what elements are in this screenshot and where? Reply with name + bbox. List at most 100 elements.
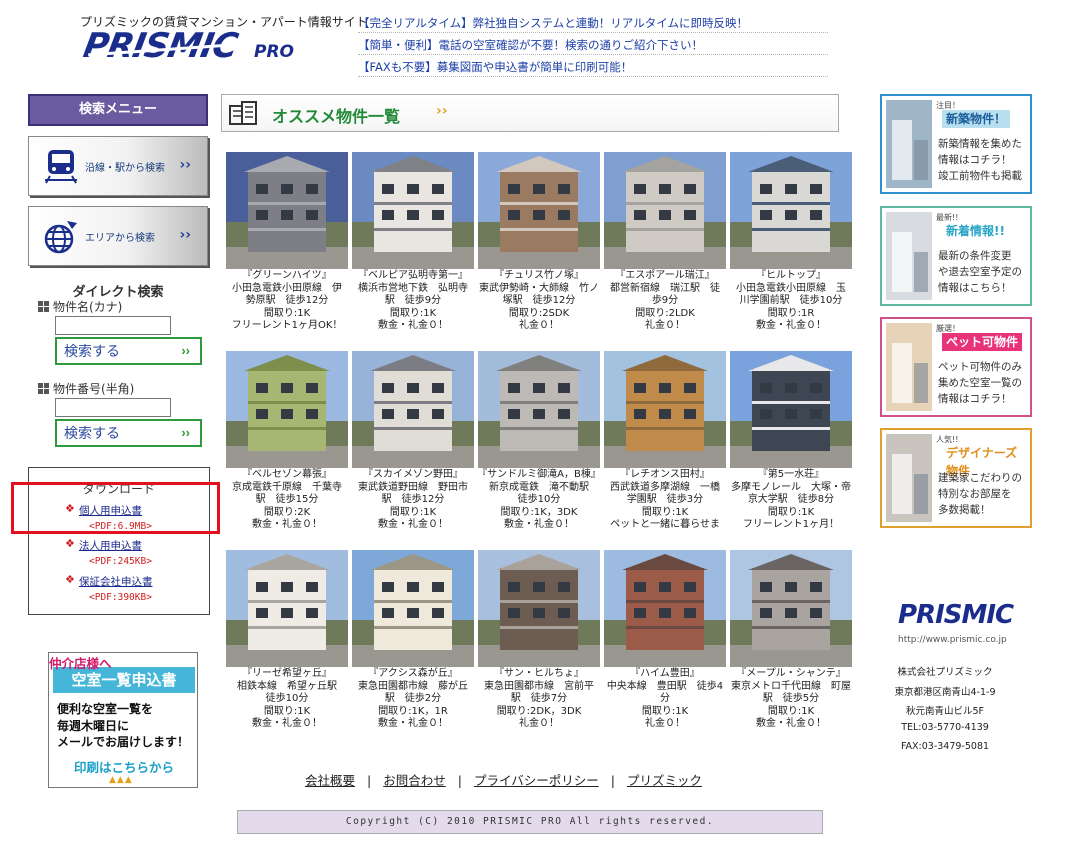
property-name[interactable]: 『スカイメゾン野田』 bbox=[350, 469, 476, 482]
property-photo[interactable] bbox=[478, 351, 600, 468]
property-access: 駅 徒歩12分 bbox=[381, 494, 445, 506]
property-layout: 間取り:1K，3DK bbox=[500, 506, 578, 518]
download-link[interactable]: 保証会社申込書 bbox=[79, 576, 153, 588]
property-photo[interactable] bbox=[226, 351, 348, 468]
property-info: 『ヒルトップ』 小田急電鉄小田原線 玉川学園前駅 徒歩10分 間取り:1R 敷金・礼金… bbox=[728, 270, 854, 333]
property-name[interactable]: 『ヒルトップ』 bbox=[728, 270, 854, 283]
site-logo[interactable]: PRISMIC PRO bbox=[80, 26, 316, 66]
property-photo[interactable] bbox=[226, 550, 348, 667]
company-logo[interactable]: PRISMIC bbox=[898, 600, 1018, 630]
news-line-2[interactable]: 【簡単・便利】電話の空室確認が不要！検索の通りご紹介下さい！ bbox=[358, 34, 828, 55]
property-photo[interactable] bbox=[478, 550, 600, 667]
property-name[interactable]: 『エスポアール瑞江』 bbox=[602, 270, 728, 283]
property-photo[interactable] bbox=[352, 550, 474, 667]
property-note: 敷金・礼金０！ bbox=[378, 519, 448, 531]
property-access: 勢原駅 徒歩12分 bbox=[245, 295, 329, 307]
download-guarantor-application[interactable]: ❖ 保証会社申込書 <PDF:390KB> bbox=[65, 573, 153, 603]
company-name: 株式会社プリズミック bbox=[897, 667, 993, 678]
banner-thumbnail bbox=[886, 100, 932, 188]
property-name[interactable]: 『リーゼ希望ヶ丘』 bbox=[224, 668, 350, 681]
property-name-label: 物件名(カナ) bbox=[38, 298, 122, 315]
property-photo[interactable] bbox=[226, 152, 348, 269]
property-photo[interactable] bbox=[604, 152, 726, 269]
property-photo[interactable] bbox=[730, 152, 852, 269]
property-name[interactable]: 『ベルピア弘明寺第一』 bbox=[350, 270, 476, 283]
triangle-decor-icon: ▲▲▲ bbox=[109, 775, 133, 785]
property-name-input[interactable] bbox=[55, 316, 171, 335]
company-address-1: 東京都港区南青山4-1-9 bbox=[894, 687, 996, 698]
news-line-3[interactable]: 【FAXも不要】募集図面や申込書が簡単に印刷可能！ bbox=[358, 56, 828, 77]
property-name[interactable]: 『サン・ヒルちょ』 bbox=[476, 668, 602, 681]
property-info: 『ハイム豊田』 中央本線 豊田駅 徒歩4 分間取り:1K 礼金０！ bbox=[602, 668, 728, 731]
line-station-search-button[interactable]: 沿線・駅から検索 ›› bbox=[28, 136, 208, 196]
property-access: 横浜市営地下鉄 弘明寺 bbox=[358, 282, 468, 294]
property-info: 『スカイメゾン野田』 東武鉄道野田線 野田市駅 徒歩12分 間取り:1K 敷金・礼金０… bbox=[350, 469, 476, 532]
property-access: 東京メトロ千代田線 町屋 bbox=[731, 680, 851, 692]
property-number-search-button[interactable]: 検索する ›› bbox=[55, 419, 202, 447]
download-size: <PDF:245KB> bbox=[89, 556, 152, 567]
footer-link-contact[interactable]: お問合わせ bbox=[383, 773, 446, 788]
line-station-search-label: 沿線・駅から検索 bbox=[85, 163, 165, 174]
designers-banner[interactable]: 人気!! デザイナーズ物件 建築家こだわりの 特別なお部屋を 多数掲載！ bbox=[880, 428, 1032, 528]
property-note: 礼金０！ bbox=[519, 320, 559, 332]
chevron-right-icon: ›› bbox=[181, 343, 190, 358]
property-access: 京成電鉄千原線 千葉寺 bbox=[232, 481, 342, 493]
company-fax: FAX:03-3479-5081 bbox=[900, 741, 990, 752]
banner-title: デザイナーズ物件 bbox=[942, 444, 1030, 478]
property-access: 多摩モノレール 大塚・帝 bbox=[731, 481, 851, 493]
property-photo[interactable] bbox=[604, 351, 726, 468]
property-note: 敷金・礼金０！ bbox=[378, 320, 448, 332]
property-note: 敷金・礼金０！ bbox=[504, 519, 574, 531]
footer-link-privacy[interactable]: プライバシーポリシー bbox=[474, 773, 599, 788]
property-access: 分 bbox=[660, 693, 670, 705]
logo-sub-text: PRO bbox=[254, 42, 295, 62]
property-name[interactable]: 『チュリス竹ノ塚』 bbox=[476, 270, 602, 283]
property-photo[interactable] bbox=[478, 152, 600, 269]
banner-title: 新着情報!! bbox=[942, 222, 1009, 240]
property-name[interactable]: 『グリーンハイツ』 bbox=[224, 270, 350, 283]
property-photo[interactable] bbox=[730, 351, 852, 468]
property-access: 学園駅 徒歩3分 bbox=[626, 494, 704, 506]
property-name[interactable]: 『ハイム豊田』 bbox=[602, 668, 728, 681]
star-bullet-icon: ❖ bbox=[65, 537, 75, 550]
property-info: 『サンドルミ御滝A，B棟』 新京成電鉄 滝不動駅 徒歩10分 間取り:1K，3DK 敷金… bbox=[476, 469, 602, 532]
company-tel: TEL:03-5770-4139 bbox=[901, 722, 989, 733]
property-name[interactable]: 『サンドルミ御滝A，B棟』 bbox=[476, 469, 602, 482]
property-info: 『エスポアール瑞江』 都営新宿線 瑞江駅 徒歩9分 間取り:2LDK 礼金０！ bbox=[602, 270, 728, 333]
pet-friendly-banner[interactable]: 厳選！ ペット可物件 ペット可物件のみ 集めた空室一覧の 情報はコチラ！ bbox=[880, 317, 1032, 417]
property-access: 駅 徒歩15分 bbox=[255, 494, 319, 506]
property-photo[interactable] bbox=[604, 550, 726, 667]
property-name[interactable]: 『レチオンス田村』 bbox=[602, 469, 728, 482]
banner-title: ペット可物件 bbox=[942, 333, 1023, 351]
property-name[interactable]: 『第5一水荘』 bbox=[728, 469, 854, 482]
property-layout: 間取り:1K bbox=[641, 506, 689, 518]
property-photo[interactable] bbox=[352, 152, 474, 269]
property-note: 敷金・礼金０！ bbox=[756, 718, 826, 730]
property-name[interactable]: 『アクシス森が丘』 bbox=[350, 668, 476, 681]
property-info: 『サン・ヒルちょ』 東急田園都市線 宮前平駅 徒歩7分 間取り:2DK，3DK 礼金０… bbox=[476, 668, 602, 731]
new-construction-banner[interactable]: 注目！ 新築物件！ 新築情報を集めた 情報はコチラ！ 竣工前物件も掲載 bbox=[880, 94, 1032, 194]
agent-banner-desc: 便利な空室一覧を 毎週木曜日に メールでお届けします！ bbox=[57, 702, 190, 749]
property-layout: 間取り:1R bbox=[767, 307, 815, 319]
company-url[interactable]: http://www.prismic.co.jp bbox=[898, 635, 1007, 645]
property-layout: 間取り:1K bbox=[263, 705, 311, 717]
agent-banner-cta[interactable]: 印刷はこちらから bbox=[53, 757, 195, 776]
property-photo[interactable] bbox=[730, 550, 852, 667]
property-name[interactable]: 『メープル・シャンテ』 bbox=[728, 668, 854, 681]
agent-vacancy-list-banner[interactable]: 空室一覧申込書 仲介店様へ 便利な空室一覧を 毎週木曜日に メールでお届けします… bbox=[48, 652, 198, 788]
property-name[interactable]: 『ベルセゾン幕張』 bbox=[224, 469, 350, 482]
area-search-button[interactable]: エリアから検索 ›› bbox=[28, 206, 208, 266]
separator: | bbox=[457, 773, 462, 788]
footer-link-prismic[interactable]: プリズミック bbox=[627, 773, 702, 788]
property-number-input[interactable] bbox=[55, 398, 171, 417]
property-note: 敷金・礼金０！ bbox=[756, 320, 826, 332]
news-line-1[interactable]: 【完全リアルタイム】弊社独自システムと連動！リアルタイムに即時反映！ bbox=[358, 12, 828, 33]
banner-thumbnail bbox=[886, 212, 932, 300]
property-name-search-button[interactable]: 検索する ›› bbox=[55, 337, 202, 365]
footer-link-company[interactable]: 会社概要 bbox=[305, 773, 355, 788]
new-info-banner[interactable]: 最新!! 新着情報!! 最新の条件変更 や退去空室予定の 情報はこちら！ bbox=[880, 206, 1032, 306]
property-access: 駅 徒歩9分 bbox=[384, 295, 442, 307]
download-link[interactable]: 法人用申込書 bbox=[79, 540, 142, 552]
property-photo[interactable] bbox=[352, 351, 474, 468]
download-corporate-application[interactable]: ❖ 法人用申込書 <PDF:245KB> bbox=[65, 537, 152, 567]
